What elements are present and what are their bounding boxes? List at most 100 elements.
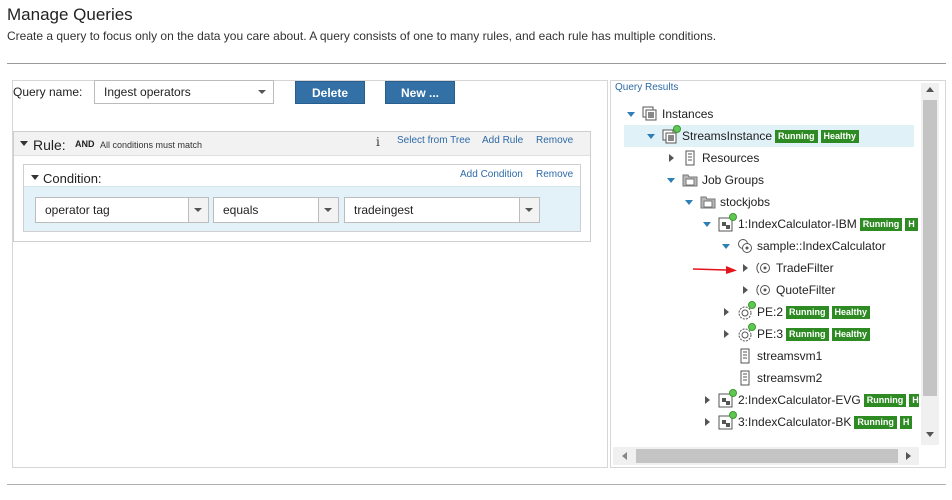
expand-toggle-icon[interactable] [702, 219, 712, 229]
add-condition-link[interactable]: Add Condition [460, 169, 523, 180]
header-divider [7, 63, 946, 64]
select-from-tree-link[interactable]: Select from Tree [397, 135, 470, 146]
scroll-up-icon[interactable] [926, 87, 934, 92]
scroll-left-icon[interactable] [622, 452, 627, 460]
results-tree: Instances StreamsInstance Running Health… [612, 100, 919, 445]
expand-toggle-icon[interactable] [721, 241, 731, 251]
tree-node-streamsvm2[interactable]: streamsvm2 [737, 367, 822, 389]
instance-icon [662, 125, 681, 144]
tree-node-stockjobs[interactable]: stockjobs [684, 191, 770, 213]
collapse-condition-icon[interactable] [31, 175, 39, 180]
expand-toggle-icon[interactable] [626, 109, 636, 119]
status-dot [729, 213, 737, 221]
instances-icon [642, 106, 658, 122]
rule-label: Rule: [33, 137, 66, 153]
delete-button[interactable]: Delete [295, 81, 365, 104]
healthy-badge: Healthy [831, 327, 871, 341]
running-badge: Running [786, 305, 829, 319]
tree-node-job-bk[interactable]: 3:IndexCalculator-BK Running H [702, 411, 913, 433]
healthy-badge: Healthy [820, 129, 860, 143]
tree-node-composite[interactable]: sample::IndexCalculator [721, 235, 886, 257]
expand-toggle-icon[interactable] [721, 329, 731, 339]
remove-rule-link[interactable]: Remove [536, 135, 573, 146]
tree-node-label: 3:IndexCalculator-BK [738, 415, 852, 429]
running-badge: Running [775, 129, 818, 143]
red-arrow-icon [692, 266, 737, 274]
tree-node-job-ibm[interactable]: 1:IndexCalculator-IBM Running H [702, 213, 918, 235]
tree-node-label: stockjobs [720, 195, 771, 209]
tree-node-label: streamsvm1 [757, 349, 823, 363]
folder-icon [682, 172, 698, 188]
healthy-badge: Healthy [831, 305, 871, 319]
status-dot [729, 411, 737, 419]
condition-field-value: operator tag [45, 203, 110, 217]
condition-comparator-select[interactable]: equals [213, 197, 339, 223]
gear-icon [737, 301, 756, 320]
vertical-scroll-thumb[interactable] [923, 100, 937, 396]
running-badge: Running [859, 217, 903, 231]
expand-toggle-icon[interactable] [740, 263, 750, 273]
status-dot [673, 125, 681, 133]
job-icon [718, 389, 737, 408]
gear-icon [737, 323, 756, 342]
tree-node-streamsvm1[interactable]: streamsvm1 [737, 345, 822, 367]
tree-node-pe-2[interactable]: PE:2 Running Healthy [721, 301, 871, 323]
query-name-value: Ingest operators [104, 85, 191, 99]
host-icon [737, 370, 753, 386]
tree-node-label: Instances [662, 107, 714, 121]
chevron-down-icon [324, 208, 332, 212]
scroll-right-icon[interactable] [906, 452, 911, 460]
collapse-rule-icon[interactable] [20, 141, 28, 146]
scroll-down-icon[interactable] [926, 432, 934, 437]
tree-node-job-groups[interactable]: Job Groups [666, 169, 764, 191]
remove-condition-link[interactable]: Remove [536, 169, 573, 180]
tree-node-instances[interactable]: Instances [626, 103, 713, 125]
running-badge: Running [863, 393, 907, 407]
expand-toggle-icon[interactable] [684, 197, 694, 207]
tree-node-label: Job Groups [702, 173, 765, 187]
expand-toggle-icon[interactable] [721, 307, 731, 317]
condition-value-select[interactable]: tradeingest [344, 197, 540, 223]
expand-toggle-icon[interactable] [646, 131, 656, 141]
footer-divider [7, 484, 946, 485]
tree-node-label: streamsvm2 [757, 371, 823, 385]
job-icon [718, 411, 737, 430]
tree-node-label: StreamsInstance [682, 129, 773, 143]
tree-node-pe-3[interactable]: PE:3 Running Healthy [721, 323, 871, 345]
status-dot [748, 323, 756, 331]
add-rule-link[interactable]: Add Rule [482, 135, 523, 146]
expand-toggle-icon[interactable] [740, 285, 750, 295]
tree-node-label: QuoteFilter [776, 283, 836, 297]
page-title: Manage Queries [7, 5, 133, 24]
dropdown-button[interactable] [188, 198, 208, 222]
horizontal-scroll-thumb[interactable] [636, 449, 898, 463]
dropdown-button[interactable] [318, 198, 338, 222]
tree-node-label: PE:3 [757, 327, 784, 341]
tree-node-streams-instance[interactable]: StreamsInstance Running Healthy [624, 125, 914, 147]
tree-node-job-evg[interactable]: 2:IndexCalculator-EVG Running H [702, 389, 919, 411]
operator-icon [756, 260, 772, 276]
status-dot [729, 389, 737, 397]
tree-node-resources[interactable]: Resources [666, 147, 759, 169]
rule-operator[interactable]: AND [75, 139, 95, 149]
chevron-down-icon [194, 208, 202, 212]
job-icon [718, 213, 737, 232]
healthy-badge: H [905, 217, 918, 231]
tree-node-trade-filter[interactable]: TradeFilter [740, 257, 834, 279]
condition-field-select[interactable]: operator tag [35, 197, 209, 223]
running-badge: Running [786, 327, 829, 341]
expand-toggle-icon[interactable] [666, 175, 676, 185]
expand-toggle-icon[interactable] [702, 395, 712, 405]
expand-toggle-icon[interactable] [702, 417, 712, 427]
query-results-label: Query Results [615, 82, 679, 93]
chevron-down-icon [525, 208, 533, 212]
condition-comparator-value: equals [223, 203, 259, 217]
dropdown-button[interactable] [519, 198, 539, 222]
healthy-badge: H [899, 415, 913, 429]
expand-toggle-icon[interactable] [666, 153, 676, 163]
tree-node-quote-filter[interactable]: QuoteFilter [740, 279, 835, 301]
running-badge: Running [854, 415, 897, 429]
info-icon[interactable]: i [376, 135, 380, 149]
query-name-select[interactable]: Ingest operators [94, 80, 274, 104]
new-query-button[interactable]: New ... [385, 81, 455, 104]
